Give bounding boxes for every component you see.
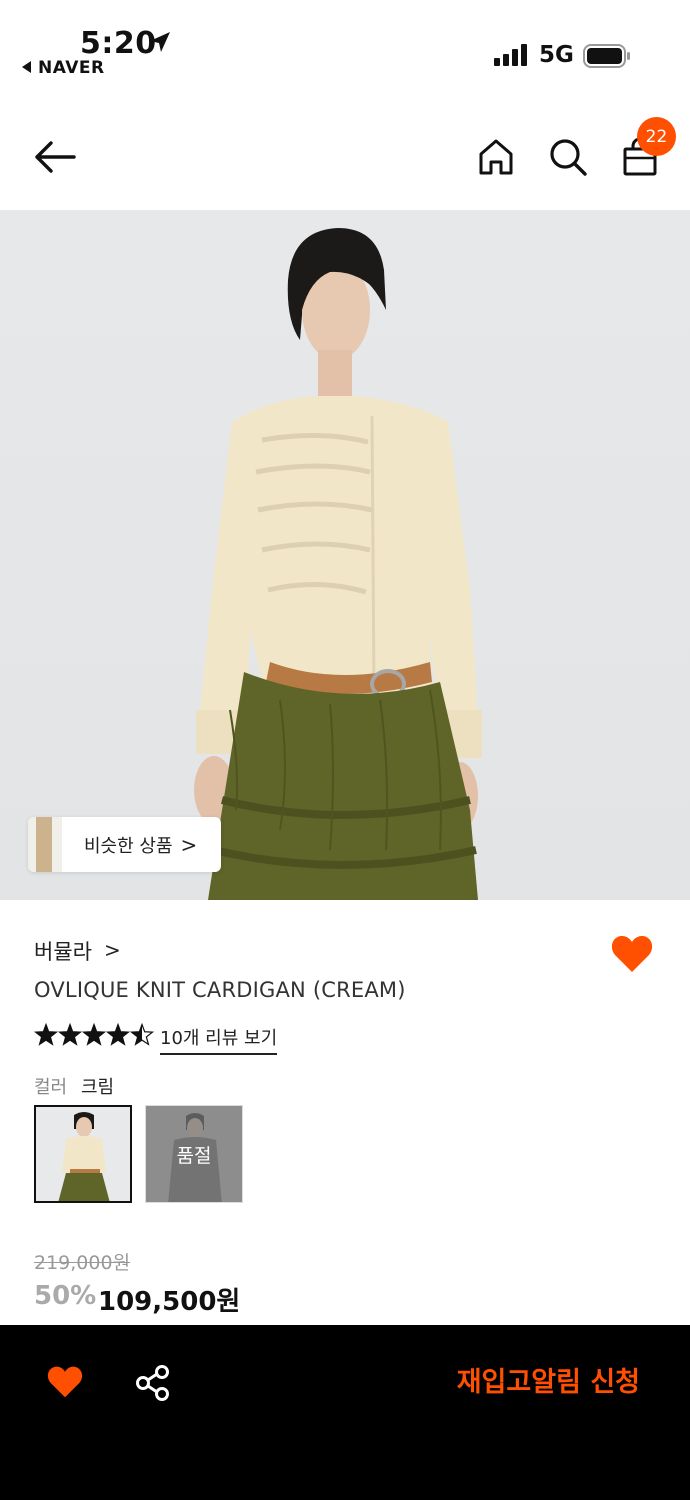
signal-icon [494, 44, 527, 66]
back-to-app[interactable]: NAVER [22, 58, 105, 78]
color-swatch-soldout[interactable]: 품절 [145, 1105, 243, 1203]
star-5 [129, 1023, 155, 1046]
star-rating-icon [34, 1023, 155, 1046]
restock-alert-button[interactable]: 재입고알림 신청 [400, 1361, 640, 1405]
color-value: 크림 [81, 1077, 115, 1098]
brand-chevron-icon: > [104, 938, 121, 962]
search-icon[interactable] [549, 138, 587, 176]
soldout-label: 품절 [146, 1106, 242, 1202]
original-price: 219,000원 [34, 1252, 131, 1274]
sale-price: 109,500원 [98, 1287, 241, 1317]
star-4 [105, 1023, 131, 1046]
back-app-label: NAVER [38, 58, 105, 78]
cart-count-badge: 22 [637, 117, 676, 156]
star-2 [57, 1023, 83, 1046]
color-swatch-selected[interactable] [34, 1105, 132, 1203]
home-icon[interactable] [478, 138, 514, 176]
similar-thumbnail [28, 817, 62, 872]
battery-icon [583, 44, 630, 68]
similar-products-button[interactable]: 비슷한 상품 > [28, 817, 221, 872]
star-1 [34, 1023, 59, 1046]
back-arrow-icon[interactable] [34, 140, 76, 174]
wishlist-heart-icon[interactable] [46, 1365, 84, 1399]
product-name: OVLIQUE KNIT CARDIGAN (CREAM) [34, 978, 406, 1002]
discount-rate: 50% [34, 1281, 97, 1311]
model-photo [194, 228, 482, 900]
wishlist-heart-icon[interactable] [610, 934, 654, 974]
status-bar: 5:20 NAVER 5G [0, 0, 690, 100]
brand-link[interactable]: 버뮬라 [34, 936, 92, 966]
similar-products-label: 비슷한 상품 [84, 835, 173, 857]
star-3 [81, 1023, 107, 1046]
product-hero-image[interactable]: 비슷한 상품 > [0, 210, 690, 900]
rating-stars [34, 1023, 156, 1047]
swatch-image [36, 1107, 130, 1201]
bottom-action-bar: 재입고알림 신청 [0, 1325, 690, 1500]
nav-header: 22 [0, 100, 690, 210]
share-icon[interactable] [134, 1364, 172, 1402]
status-time: 5:20 [80, 26, 157, 61]
color-label: 컬러 [34, 1077, 68, 1098]
network-type: 5G [539, 42, 574, 68]
location-arrow-icon [150, 32, 170, 52]
chevron-right-icon: > [180, 832, 198, 857]
review-link[interactable]: 10개 리뷰 보기 [160, 1024, 278, 1055]
back-triangle-icon [22, 61, 31, 73]
